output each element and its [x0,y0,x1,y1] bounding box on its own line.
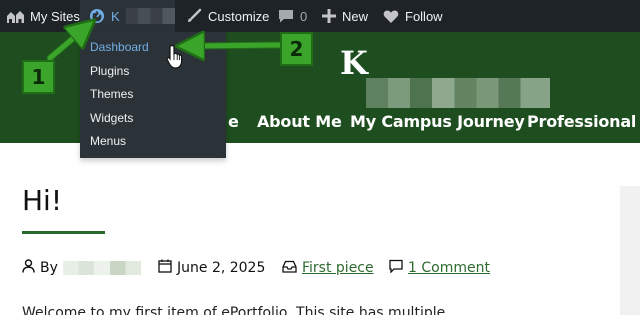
comments-link[interactable]: 0 [278,0,307,32]
callout-1: 1 [22,60,55,94]
submenu-item-dashboard[interactable]: Dashboard [80,36,226,60]
new-label: New [342,8,369,24]
follow-link[interactable]: Follow [383,0,443,32]
site-name-label: K [111,8,120,24]
post-category: First piece [282,259,374,277]
submenu-item-themes[interactable]: Themes [80,83,226,107]
hand-cursor-icon [166,44,186,70]
title-underline [22,231,105,234]
sidebar-panel [620,186,640,315]
plus-icon [322,9,336,23]
nav-my-campus-journey[interactable]: My Campus Journey [350,112,525,131]
submenu-item-menus[interactable]: Menus [80,130,226,154]
brush-icon [186,8,202,24]
callout-2: 2 [280,32,313,66]
author-name-redacted [62,261,141,275]
post-date-text: June 2, 2025 [177,260,266,276]
site-name-menu[interactable]: K [80,0,175,32]
person-icon [22,259,35,277]
my-sites-menu[interactable]: My Sites [6,0,80,32]
new-content-menu[interactable]: New [322,0,368,32]
post-comments-link[interactable]: 1 Comment [408,260,490,276]
heart-icon [383,9,399,24]
follow-label: Follow [405,8,443,24]
post-category-link[interactable]: First piece [302,260,374,276]
post-excerpt: Welcome to my first item of ePortfolio. … [22,305,446,315]
nav-home[interactable]: e [228,112,239,131]
inbox-icon [282,260,297,277]
customize-label: Customize [208,8,270,24]
site-submenu: Dashboard Plugins Themes Widgets Menus [80,32,226,158]
my-sites-label: My Sites [30,8,80,24]
comment-bubble-icon [278,8,294,24]
customize-link[interactable]: Customize [186,0,269,32]
post-title[interactable]: Hi! [22,184,62,217]
nav-professional-label: Professional [527,112,637,131]
admin-bar: My Sites K Customize 0 New Follow [0,0,640,32]
site-name-redacted [125,8,175,24]
post-author: By [22,259,141,277]
submenu-item-widgets[interactable]: Widgets [80,107,226,131]
comment-icon [389,259,403,277]
nav-about-me[interactable]: About Me [257,112,342,131]
site-title-redacted [366,78,550,108]
comments-count: 0 [300,8,308,24]
submenu-item-plugins[interactable]: Plugins [80,60,226,84]
post-comments: 1 Comment [389,259,490,277]
dashboard-icon [89,8,105,24]
my-sites-icon [6,8,26,24]
post-date: June 2, 2025 [158,259,265,277]
nav-professional[interactable]: Professional [527,112,640,131]
post-author-by: By [40,260,58,276]
calendar-icon [158,259,172,277]
site-title[interactable]: K [340,44,368,82]
